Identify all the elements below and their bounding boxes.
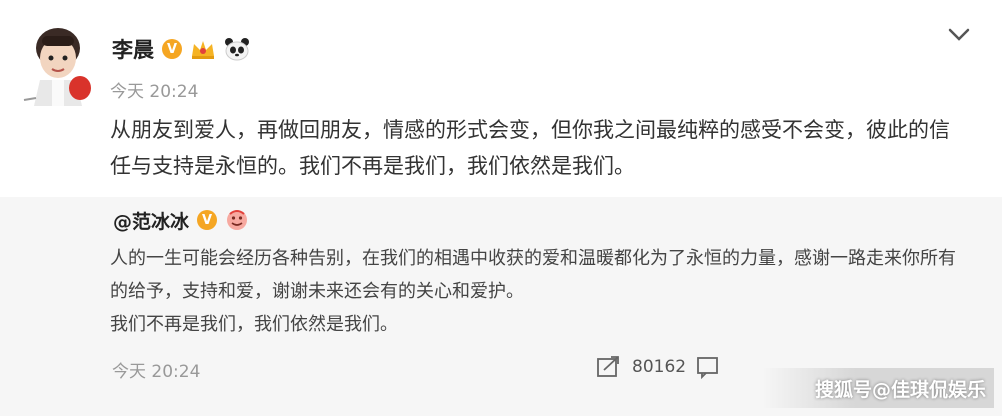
repost-author-name[interactable]: @范冰冰: [113, 207, 189, 234]
avatar-illustration: [23, 28, 91, 106]
chevron-down-icon[interactable]: [946, 24, 972, 44]
post-author-row: 李晨 V: [112, 36, 250, 62]
comment-icon[interactable]: [696, 355, 720, 379]
watermark: 搜狐号@佳琪侃娱乐: [762, 368, 994, 408]
repost-text: 人的一生可能会经历各种告别，在我们的相遇中收获的爱和温暖都化为了永恒的力量，感谢…: [110, 242, 965, 341]
crown-icon: [192, 41, 214, 59]
post-timestamp[interactable]: 今天 20:24: [110, 77, 198, 102]
repost-timestamp[interactable]: 今天 20:24: [112, 357, 200, 382]
post-author-name[interactable]: 李晨: [112, 34, 154, 64]
repost-text-line: 人的一生可能会经历各种告别，在我们的相遇中收获的爱和温暖都化为了永恒的力量，感谢…: [110, 248, 956, 302]
share-count[interactable]: 80162: [632, 357, 686, 377]
repost-author-row: @范冰冰 V: [113, 207, 249, 233]
share-icon[interactable]: [596, 355, 622, 379]
repost-verified-badge-icon: V: [197, 210, 218, 230]
post-text: 从朋友到爱人，再做回朋友，情感的形式会变，但你我之间最纯粹的感受不会变，彼此的信…: [110, 118, 950, 178]
repost-text-line: 我们不再是我们，我们依然是我们。: [110, 314, 398, 335]
panda-icon: [225, 38, 249, 61]
emoji-icon: [227, 210, 248, 230]
avatar[interactable]: [22, 22, 96, 106]
verified-badge-icon: V: [162, 39, 182, 59]
repost-actions: 80162: [596, 352, 720, 382]
